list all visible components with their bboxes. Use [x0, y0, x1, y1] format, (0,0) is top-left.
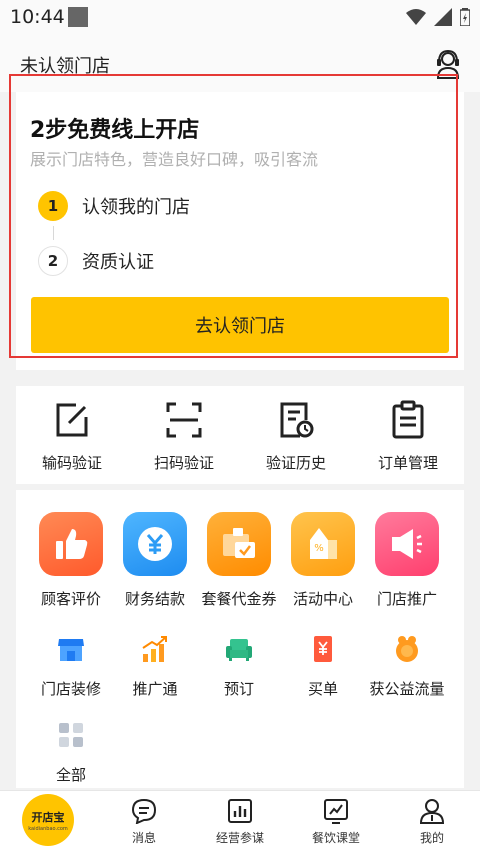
tool-order-management[interactable]: 订单管理 — [358, 398, 458, 473]
message-icon — [130, 797, 158, 825]
chart-up-icon — [138, 632, 172, 666]
service-label: 门店推广 — [376, 590, 437, 608]
claim-store-button[interactable]: 去认领门店 — [31, 297, 449, 353]
service-label: 预订 — [223, 680, 254, 698]
service-finance[interactable]: 财务结款 — [110, 512, 200, 609]
logo-subtext: kaidianbao.com — [28, 825, 68, 832]
analytics-icon — [226, 797, 254, 825]
service-store-decoration[interactable]: 门店装修 — [26, 632, 116, 699]
tool-verify-history[interactable]: 验证历史 — [246, 398, 346, 473]
service-promotion-pass[interactable]: 推广通 — [110, 632, 200, 699]
yen-coin-icon — [123, 512, 187, 576]
service-label: 顾客评价 — [40, 590, 101, 608]
classroom-icon — [322, 797, 350, 825]
clipboard-icon — [386, 398, 430, 442]
customer-service-icon — [436, 49, 460, 79]
service-all[interactable]: 全部 — [26, 718, 116, 785]
scan-icon — [162, 398, 206, 442]
profile-icon — [418, 797, 446, 825]
service-customer-reviews[interactable]: 顾客评价 — [26, 512, 116, 609]
tool-scan-verify[interactable]: 扫码验证 — [134, 398, 234, 473]
cell-signal-icon — [434, 8, 452, 26]
bill-icon — [306, 632, 340, 666]
nav-messages[interactable]: 消息 — [104, 797, 184, 846]
voucher-icon — [207, 512, 271, 576]
service-label: 获公益流量 — [369, 680, 445, 698]
home-logo-button[interactable]: 开店宝 kaidianbao.com — [22, 794, 74, 846]
nav-label: 消息 — [131, 831, 156, 845]
notification-icon — [68, 7, 88, 27]
history-icon — [274, 398, 318, 442]
edit-icon — [50, 398, 94, 442]
service-label: 推广通 — [132, 680, 178, 698]
tool-label: 订单管理 — [377, 454, 438, 472]
service-label: 全部 — [55, 766, 86, 784]
step-number: 2 — [38, 246, 68, 276]
bottom-nav: 开店宝 kaidianbao.com 消息 经营参谋 餐饮课堂 我的 — [0, 790, 480, 853]
nav-label: 我的 — [419, 831, 444, 845]
nav-mine[interactable]: 我的 — [392, 797, 472, 846]
activity-icon: % — [291, 512, 355, 576]
customer-service-button[interactable] — [432, 48, 464, 80]
status-time: 10:44 — [10, 6, 65, 28]
service-charity-traffic[interactable]: 获公益流量 — [362, 632, 452, 699]
service-pay-bill[interactable]: 买单 — [278, 632, 368, 699]
grid-icon — [54, 718, 88, 752]
claim-title: 2步免费线上开店 — [30, 118, 200, 143]
service-voucher[interactable]: 套餐代金券 — [194, 512, 284, 609]
tool-label: 扫码验证 — [153, 454, 214, 472]
step-number: 1 — [38, 191, 68, 221]
service-label: 活动中心 — [292, 590, 353, 608]
megaphone-icon — [375, 512, 439, 576]
step-connector — [53, 226, 54, 240]
status-bar: 10:44 — [0, 0, 480, 36]
nav-label: 餐饮课堂 — [311, 831, 360, 845]
tool-label: 输码验证 — [41, 454, 102, 472]
claim-subtitle: 展示门店特色，营造良好口碑，吸引客流 — [30, 150, 319, 169]
wifi-icon — [406, 9, 426, 25]
step-label: 认领我的门店 — [82, 197, 190, 218]
step-claim-store: 1 认领我的门店 — [38, 191, 190, 221]
page-title: 未认领门店 — [20, 56, 110, 77]
nav-catering-classroom[interactable]: 餐饮课堂 — [296, 797, 376, 846]
svg-text:%: % — [314, 543, 324, 554]
sofa-icon — [222, 632, 256, 666]
title-bar: 未认领门店 — [0, 36, 480, 92]
service-label: 财务结款 — [124, 590, 185, 608]
service-store-promotion[interactable]: 门店推广 — [362, 512, 452, 609]
tool-label: 验证历史 — [265, 454, 326, 472]
service-reservation[interactable]: 预订 — [194, 632, 284, 699]
status-icons — [406, 8, 470, 26]
service-activity-center[interactable]: % 活动中心 — [278, 512, 368, 609]
service-label: 买单 — [307, 680, 338, 698]
store-icon — [54, 632, 88, 666]
nav-label: 经营参谋 — [215, 831, 264, 845]
service-label: 门店装修 — [40, 680, 101, 698]
service-label: 套餐代金券 — [201, 590, 277, 608]
tool-code-verify[interactable]: 输码验证 — [22, 398, 122, 473]
step-qualification: 2 资质认证 — [38, 246, 154, 276]
thumbs-up-icon — [39, 512, 103, 576]
logo-text: 开店宝 — [31, 810, 65, 824]
nav-business-advisor[interactable]: 经营参谋 — [200, 797, 280, 846]
charity-icon — [390, 632, 424, 666]
step-label: 资质认证 — [82, 252, 154, 273]
battery-icon — [460, 8, 470, 26]
